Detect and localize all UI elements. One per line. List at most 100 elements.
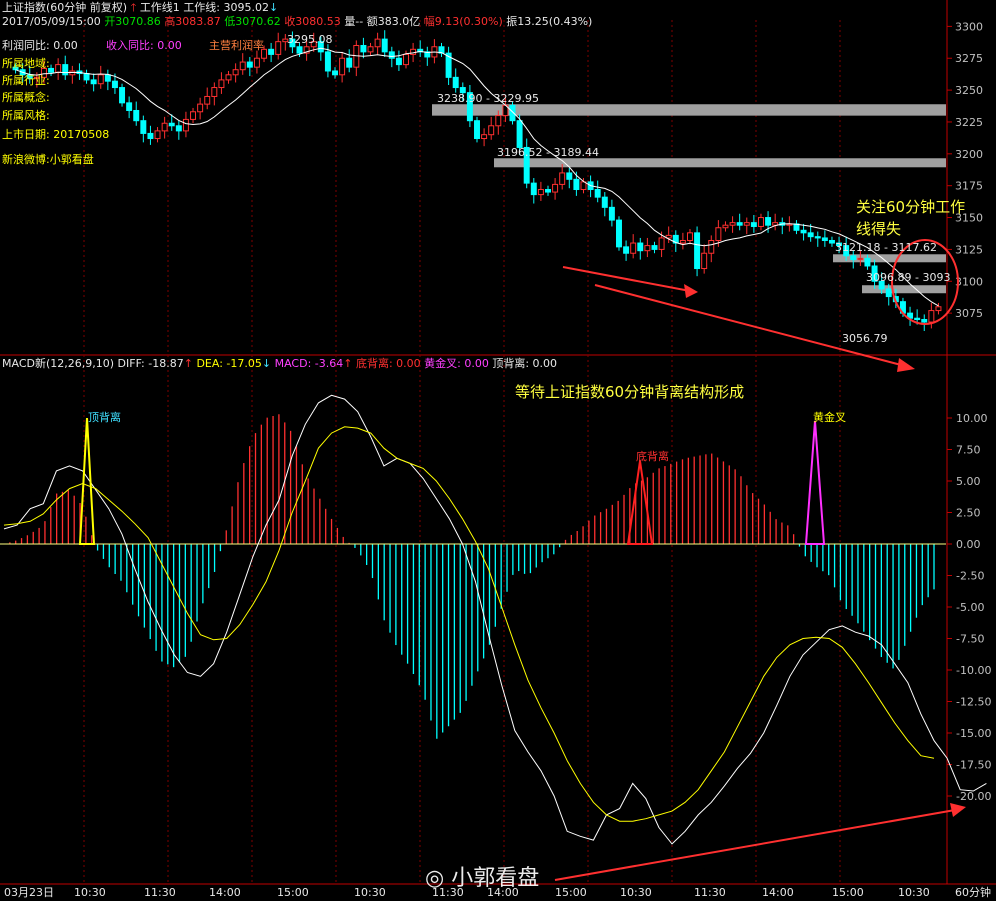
candle: [935, 306, 942, 312]
zone-label-2: 3196.52 - 3189.44: [497, 146, 599, 159]
time-tick-label: 14:00: [762, 886, 794, 899]
candle: [268, 48, 275, 55]
price-tick-label: 3275: [955, 52, 983, 65]
time-tick-label: 10:30: [898, 886, 930, 899]
golden-cross-spike: [804, 420, 826, 545]
candle: [204, 95, 211, 105]
chart-canvas: 3300327532503225320031753150312531003075…: [0, 0, 996, 885]
ohlc-row: 2017/05/09/15:00 开3070.86 高3083.87 低3070…: [2, 15, 592, 29]
candle: [559, 172, 566, 185]
candle: [104, 74, 111, 82]
period-label[interactable]: 60分钟: [955, 886, 991, 900]
macd-bottom-div: 底背离: 0.00: [355, 357, 421, 370]
weibo: 新浪微博:小郭看盘: [2, 153, 94, 166]
candle: [864, 257, 871, 267]
candle: [644, 245, 651, 252]
bottom-divergence-spike: [626, 460, 654, 545]
candle: [708, 239, 715, 254]
candle: [608, 206, 615, 221]
candle: [83, 73, 90, 81]
macd-tick-label: 7.50: [956, 444, 981, 457]
candle: [119, 87, 126, 104]
high-value: 高3083.87: [164, 15, 221, 28]
candle: [757, 217, 764, 227]
time-tick-label: 15:00: [555, 886, 587, 899]
candle: [111, 80, 118, 89]
amount-value: 额383.0亿: [366, 15, 421, 28]
candle: [367, 46, 374, 53]
title-text: 上证指数(60分钟 前复权): [2, 1, 128, 14]
amplitude-value: 振13.25(0.43%): [506, 15, 593, 28]
candle: [360, 44, 367, 53]
macd-tick-label: -10.00: [956, 664, 991, 677]
time-tick-label: 15:00: [277, 886, 309, 899]
candle: [814, 236, 821, 239]
candle: [339, 57, 346, 76]
candle: [807, 232, 814, 238]
candle: [55, 64, 62, 73]
macd-golden: 黄金叉: 0.00: [424, 357, 489, 370]
top-divergence-label: 顶背离: [88, 411, 121, 424]
change-value: 幅9.13(0.30%): [423, 15, 503, 28]
zone-label-1: 3238.90 - 3229.95: [437, 92, 539, 105]
time-tick-label: 15:00: [832, 886, 864, 899]
price-tick-label: 3200: [955, 148, 983, 161]
candle: [90, 79, 97, 85]
ma-line: [15, 47, 939, 307]
candle: [729, 222, 736, 226]
price-tick-label: 3075: [955, 307, 983, 320]
low-label: 3056.79: [842, 332, 888, 345]
candle: [381, 38, 388, 53]
resistance-zone: [833, 254, 946, 263]
macd-diff: DIFF: -18.87: [117, 357, 184, 370]
work-line-label: 工作线1: [139, 1, 180, 14]
candle: [623, 246, 630, 254]
revenue-yoy: 收入同比: 0.00: [106, 39, 182, 52]
down-arrow-icon: ↓: [269, 1, 279, 14]
zone-label-3: 3121.18 - 3117.62: [835, 241, 937, 254]
candle: [395, 57, 402, 66]
candle: [324, 51, 331, 72]
zone-label-4: 3096.89 - 3093: [866, 271, 951, 284]
trend-arrow: [594, 284, 906, 367]
price-tick-label: 3225: [955, 116, 983, 129]
macd-top-div: 顶背离: 0.00: [492, 357, 558, 370]
chart-title: 上证指数(60分钟 前复权) 🡑 工作线1 工作线: 3095.02↓: [2, 1, 278, 15]
candle: [679, 239, 686, 244]
candle: [694, 232, 701, 270]
candle: [750, 222, 757, 227]
candle: [346, 57, 353, 68]
macd-tick-label: -5.00: [956, 601, 984, 614]
candle: [246, 61, 253, 68]
top-divergence-spike: [78, 417, 96, 545]
candle: [765, 217, 772, 226]
macd-tick-label: 10.00: [956, 412, 988, 425]
candle: [182, 118, 189, 132]
rising-arrow: [554, 809, 956, 881]
candle: [630, 242, 637, 254]
candle: [530, 182, 537, 196]
macd-header: MACD新(12,26,9,10) DIFF: -18.87↑ DEA: -17…: [2, 357, 557, 371]
candle: [885, 288, 892, 298]
up-arrow-icon: 🡑: [130, 1, 137, 14]
time-tick-label: 14:00: [209, 886, 241, 899]
candle: [616, 219, 622, 248]
candle: [175, 125, 182, 132]
candle: [161, 122, 168, 132]
candle: [452, 76, 459, 89]
golden-cross-label: 黄金叉: [813, 411, 846, 424]
datetime: 2017/05/09/15:00: [2, 15, 101, 28]
candle: [211, 87, 218, 97]
candle: [197, 103, 204, 113]
candle: [545, 189, 551, 193]
candle: [474, 120, 480, 140]
candle: [374, 38, 381, 48]
style: 所属风格:: [2, 109, 50, 122]
macd-tick-label: 5.00: [956, 475, 981, 488]
low-value: 低3070.62: [224, 15, 281, 28]
candle: [914, 317, 921, 321]
time-tick-label: 11:30: [144, 886, 176, 899]
candle: [126, 102, 133, 111]
candle: [488, 125, 495, 136]
macd-tick-label: -12.50: [956, 696, 991, 709]
